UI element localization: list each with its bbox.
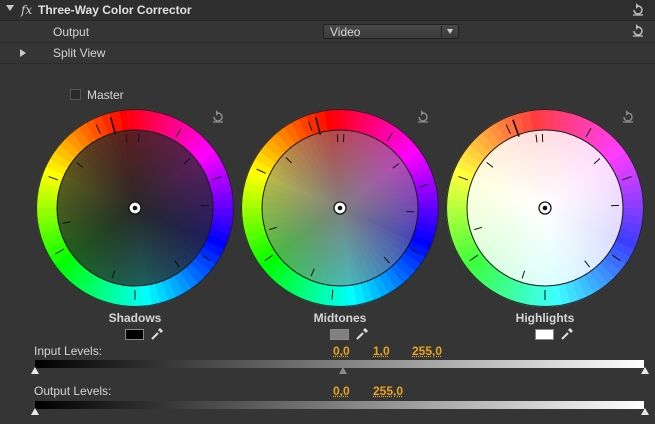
input-white-value[interactable]: 255,0 xyxy=(412,344,442,358)
split-view-row[interactable]: Split View xyxy=(0,44,655,64)
output-black-value[interactable]: 0,0 xyxy=(333,384,350,398)
midtones-eyedropper-icon[interactable] xyxy=(355,327,369,341)
expand-triangle-icon[interactable] xyxy=(20,49,26,57)
output-label: Output xyxy=(53,25,90,39)
output-white-handle[interactable] xyxy=(641,408,649,415)
effect-header[interactable]: fx Three-Way Color Corrector xyxy=(0,0,655,21)
highlights-swatch[interactable] xyxy=(535,329,554,340)
input-black-value[interactable]: 0,0 xyxy=(333,344,350,358)
input-black-handle[interactable] xyxy=(31,367,39,374)
input-gamma-handle[interactable] xyxy=(339,367,347,374)
output-levels-gradient[interactable] xyxy=(35,401,644,409)
output-reset-icon[interactable] xyxy=(631,24,645,38)
shadows-eyedropper-icon[interactable] xyxy=(150,327,164,341)
wheel-puck-center xyxy=(132,205,138,211)
master-checkbox[interactable] xyxy=(70,89,81,100)
chevron-down-icon xyxy=(447,29,453,34)
midtones-reset-icon[interactable] xyxy=(416,110,430,124)
fx-badge: fx xyxy=(21,3,33,17)
output-white-value[interactable]: 255,0 xyxy=(373,384,403,398)
shadows-reset-icon[interactable] xyxy=(211,110,225,124)
master-label: Master xyxy=(87,88,124,102)
midtones-color-wheel[interactable] xyxy=(240,108,440,308)
shadows-swatch[interactable] xyxy=(125,329,144,340)
input-levels-label: Input Levels: xyxy=(34,344,103,358)
collapse-triangle-icon[interactable] xyxy=(6,5,14,11)
reset-icon[interactable] xyxy=(631,3,645,17)
split-view-label: Split View xyxy=(53,46,106,60)
midtones-label: Midtones xyxy=(313,311,367,325)
output-levels-label: Output Levels: xyxy=(34,384,112,398)
output-black-handle[interactable] xyxy=(31,408,39,415)
input-white-handle[interactable] xyxy=(641,367,649,374)
output-row: Output Video xyxy=(0,22,655,43)
input-gamma-value[interactable]: 1,0 xyxy=(373,344,390,358)
wheel-puck-center xyxy=(337,205,343,211)
output-select-value: Video xyxy=(330,25,361,39)
shadows-color-wheel[interactable] xyxy=(35,108,235,308)
select-divider xyxy=(441,26,442,37)
highlights-color-wheel[interactable] xyxy=(445,108,645,308)
wheel-puck-center xyxy=(542,205,548,211)
highlights-label: Highlights xyxy=(515,311,575,325)
output-select[interactable]: Video xyxy=(323,24,459,39)
shadows-label: Shadows xyxy=(108,311,162,325)
highlights-eyedropper-icon[interactable] xyxy=(560,327,574,341)
midtones-swatch[interactable] xyxy=(330,329,349,340)
effect-title: Three-Way Color Corrector xyxy=(38,3,192,17)
highlights-reset-icon[interactable] xyxy=(621,110,635,124)
